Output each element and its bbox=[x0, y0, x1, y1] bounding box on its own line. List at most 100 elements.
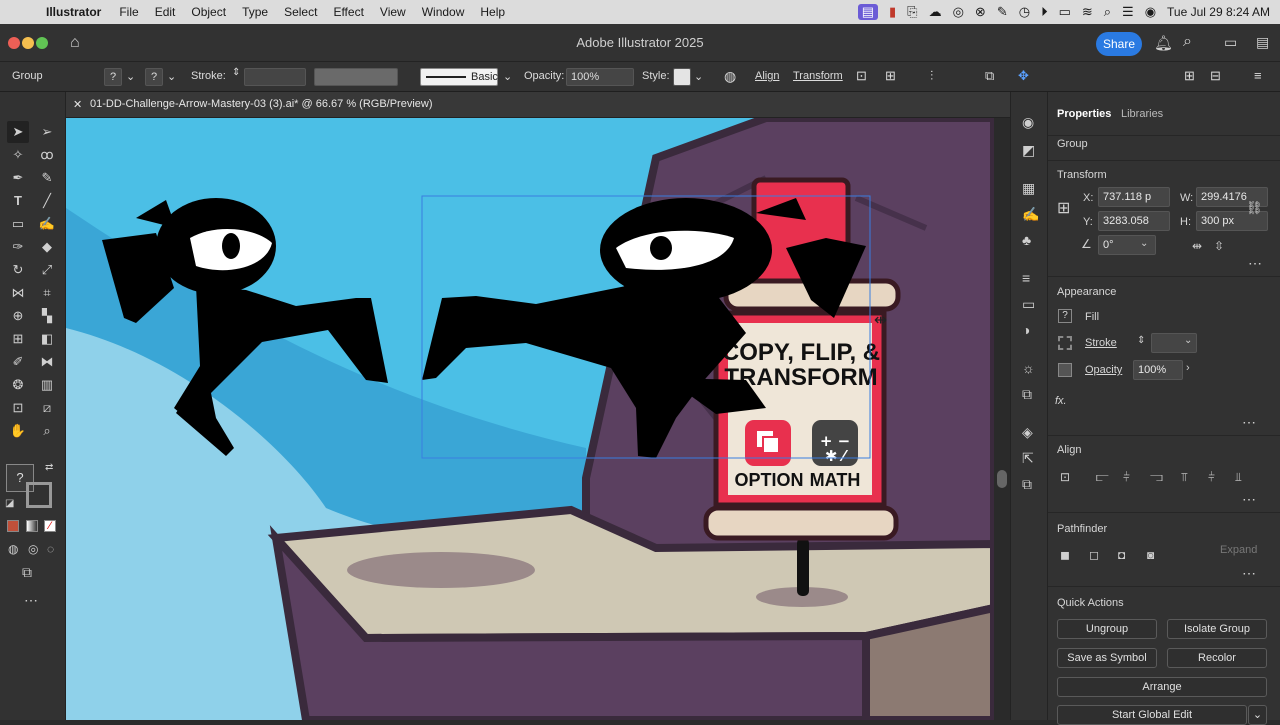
menu-view[interactable]: View bbox=[372, 5, 414, 19]
gradient-tool-icon[interactable]: ◧ bbox=[36, 328, 58, 350]
menu-file[interactable]: File bbox=[111, 5, 146, 19]
recolor-button[interactable]: Recolor bbox=[1167, 648, 1267, 668]
workspace-icon[interactable]: ▤ bbox=[1256, 34, 1269, 51]
zoom-tool-icon[interactable]: ⌕ bbox=[36, 420, 58, 442]
symbols-icon[interactable]: ♣ bbox=[1022, 232, 1031, 248]
more-tools-icon[interactable]: ⋯ bbox=[24, 592, 38, 609]
artboard-canvas[interactable]: COPY, FLIP, & TRANSFORM + − ✱ ⁄ OPTION M… bbox=[66, 118, 994, 720]
blend-tool-icon[interactable]: ⧓ bbox=[36, 351, 58, 373]
fill-swatch[interactable]: ? bbox=[1058, 309, 1072, 323]
cloud-icon[interactable]: ☁ bbox=[929, 4, 942, 20]
flip-horizontal-icon[interactable]: ⇹ bbox=[1192, 239, 1202, 253]
tab-properties[interactable]: Properties bbox=[1057, 108, 1111, 120]
brushes-icon[interactable]: ✍ bbox=[1022, 206, 1039, 223]
siri-icon[interactable]: ◉ bbox=[1145, 4, 1156, 20]
menu-effect[interactable]: Effect bbox=[325, 5, 371, 19]
y-field[interactable]: 3283.058 bbox=[1098, 211, 1170, 231]
gradient-panel-icon[interactable]: ▭ bbox=[1022, 296, 1035, 313]
start-global-edit-button[interactable]: Start Global Edit bbox=[1057, 705, 1247, 725]
menu-object[interactable]: Object bbox=[183, 5, 234, 19]
curvature-tool-icon[interactable]: ✎ bbox=[36, 167, 58, 189]
menu-edit[interactable]: Edit bbox=[147, 5, 184, 19]
swatches-icon[interactable]: ▦ bbox=[1022, 180, 1035, 197]
search-icon[interactable]: ⌕ bbox=[1183, 33, 1192, 51]
free-transform-tool-icon[interactable]: ⌗ bbox=[36, 282, 58, 304]
graphic-style-swatch[interactable] bbox=[673, 68, 691, 86]
more-options-icon[interactable]: ⋯ bbox=[1242, 414, 1256, 431]
column-graph-tool-icon[interactable]: ▥ bbox=[36, 374, 58, 396]
shape-builder-tool-icon[interactable]: ⊕ bbox=[7, 305, 29, 327]
align-vertical-center-icon[interactable]: ⫩ bbox=[1208, 470, 1215, 485]
expand-button[interactable]: Expand bbox=[1220, 544, 1257, 556]
chevron-down-icon[interactable]: ⌄ bbox=[1184, 335, 1192, 346]
transparency-icon[interactable]: ◑ bbox=[1022, 322, 1030, 338]
stroke-swatch[interactable] bbox=[1058, 336, 1072, 350]
tab-libraries[interactable]: Libraries bbox=[1121, 108, 1163, 120]
stroke-panel-icon[interactable]: ≡ bbox=[1022, 270, 1030, 286]
transform-link[interactable]: Transform bbox=[793, 70, 843, 82]
align-right-icon[interactable]: ⫎ bbox=[1150, 470, 1163, 485]
menu-help[interactable]: Help bbox=[472, 5, 513, 19]
control-center-icon[interactable]: ☰ bbox=[1122, 4, 1134, 20]
menu-app-name[interactable]: Illustrator bbox=[38, 5, 111, 19]
stroke-swatch[interactable]: ? bbox=[145, 68, 163, 86]
draw-inside-icon[interactable]: ◌ bbox=[47, 542, 54, 556]
shaper-tool-icon[interactable]: ✑ bbox=[7, 236, 29, 258]
creative-cloud-icon[interactable]: ◎ bbox=[953, 4, 964, 20]
lasso-tool-icon[interactable]: ꝏ bbox=[36, 144, 58, 166]
opacity-field[interactable]: 100% bbox=[566, 68, 634, 86]
wifi-icon[interactable]: ≋ bbox=[1082, 4, 1093, 20]
arrange-button[interactable]: Arrange bbox=[1057, 677, 1267, 697]
document-tab-title[interactable]: 01-DD-Challenge-Arrow-Mastery-03 (3).ai*… bbox=[90, 98, 433, 110]
layers-icon[interactable]: ◈ bbox=[1022, 424, 1033, 441]
save-as-symbol-button[interactable]: Save as Symbol bbox=[1057, 648, 1157, 668]
minus-front-icon[interactable]: ◻ bbox=[1089, 548, 1099, 562]
align-bottom-icon[interactable]: ⫫ bbox=[1235, 470, 1242, 485]
stroke-color-box[interactable] bbox=[26, 482, 52, 508]
selection-tool-icon[interactable]: ➤ bbox=[7, 121, 29, 143]
align-to-icon[interactable]: ⊡ bbox=[856, 68, 867, 84]
magic-wand-tool-icon[interactable]: ✧ bbox=[7, 144, 29, 166]
width-tool-icon[interactable]: ⋈ bbox=[7, 282, 29, 304]
opacity-link[interactable]: Opacity bbox=[1085, 364, 1122, 376]
line-tool-icon[interactable]: ╱ bbox=[36, 190, 58, 212]
menu-clock[interactable]: Tue Jul 29 8:24 AM bbox=[1167, 5, 1270, 19]
share-button[interactable]: Share bbox=[1096, 32, 1142, 56]
none-mode-button[interactable]: ⁄ bbox=[44, 520, 56, 532]
distribute-icon[interactable]: ⫶ bbox=[930, 68, 933, 84]
document-info-icon[interactable]: ◩ bbox=[1022, 142, 1035, 159]
type-tool-icon[interactable]: T bbox=[7, 190, 29, 212]
document-tab[interactable]: ✕ 01-DD-Challenge-Arrow-Mastery-03 (3).a… bbox=[66, 92, 1010, 118]
play-icon[interactable]: ⏵ bbox=[1041, 4, 1048, 20]
isolate-group-icon[interactable]: ⧉ bbox=[985, 68, 994, 84]
intersect-icon[interactable]: ◘ bbox=[1118, 548, 1125, 562]
slice-tool-icon[interactable]: ⧄ bbox=[36, 397, 58, 419]
align-top-icon[interactable]: ⫪ bbox=[1181, 470, 1188, 485]
close-tab-icon[interactable]: ✕ bbox=[73, 98, 82, 111]
panel-menu-icon[interactable]: ≡ bbox=[1254, 68, 1262, 83]
chevron-down-icon[interactable]: ⌄ bbox=[1140, 238, 1148, 249]
unite-icon[interactable]: ◼ bbox=[1060, 548, 1070, 562]
align-to-selection-icon[interactable]: ⊡ bbox=[1060, 470, 1070, 484]
vertical-scrollbar[interactable] bbox=[994, 118, 1010, 720]
color-guide-icon[interactable]: ◉ bbox=[1022, 114, 1034, 131]
vpn-icon[interactable]: ⊗ bbox=[975, 4, 986, 20]
puppet-warp-icon[interactable]: ✥ bbox=[1018, 68, 1029, 84]
symbol-sprayer-tool-icon[interactable]: ❂ bbox=[7, 374, 29, 396]
stepper-icon[interactable]: ⇕ bbox=[232, 67, 240, 78]
screen-recorder-icon[interactable]: ▤ bbox=[857, 4, 878, 20]
arrange-documents-icon[interactable]: ▭ bbox=[1224, 34, 1237, 51]
rectangle-tool-icon[interactable]: ▭ bbox=[7, 213, 29, 235]
live-paint-tool-icon[interactable]: ▚ bbox=[36, 305, 58, 327]
more-options-icon[interactable]: ⋯ bbox=[1242, 491, 1256, 508]
stepper-icon[interactable]: ⇕ bbox=[1137, 335, 1145, 346]
scale-tool-icon[interactable]: ⤢ bbox=[36, 259, 58, 281]
isolate-group-button[interactable]: Isolate Group bbox=[1167, 619, 1267, 639]
panel-grid-icon[interactable]: ⊞ bbox=[1184, 68, 1195, 84]
default-colors-icon[interactable]: ◪ bbox=[5, 498, 14, 509]
align-horizontal-center-icon[interactable]: ⫩ bbox=[1123, 470, 1130, 485]
chevron-down-icon[interactable]: ⌄ bbox=[167, 70, 176, 83]
ungroup-button[interactable]: Ungroup bbox=[1057, 619, 1157, 639]
status-app-icon[interactable]: ▮ bbox=[889, 4, 896, 20]
x-field[interactable]: 737.118 p bbox=[1098, 187, 1170, 207]
